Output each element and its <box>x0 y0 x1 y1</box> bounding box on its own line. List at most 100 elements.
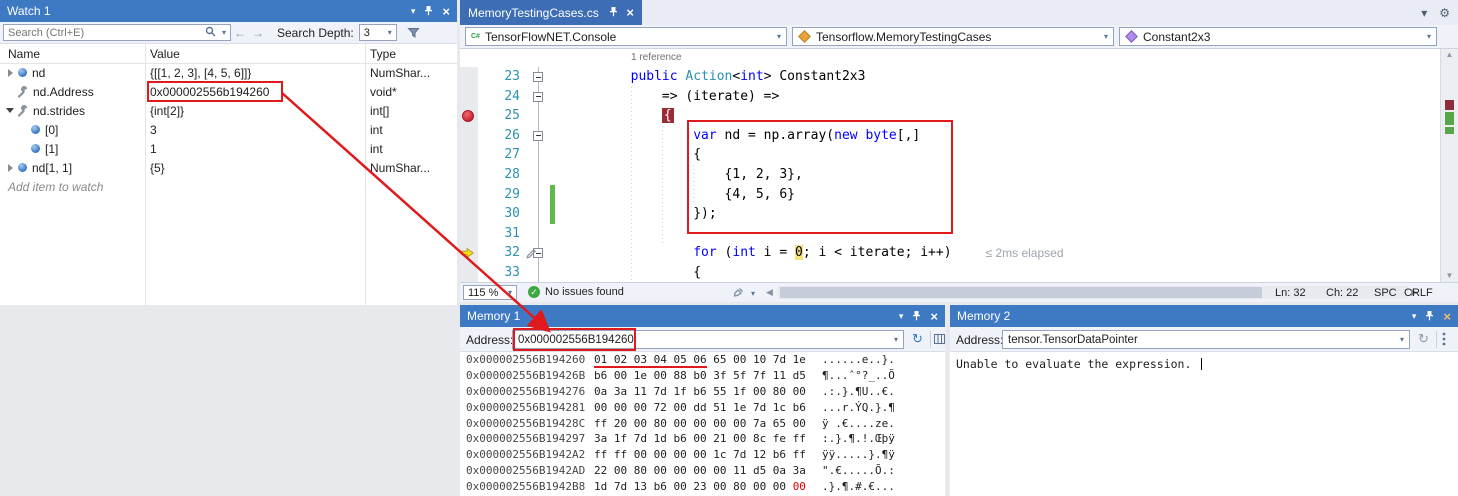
collapse-toggle-icon[interactable] <box>533 72 543 82</box>
memory1-grid[interactable]: 0x000002556B19426001 02 03 04 05 06 65 0… <box>460 352 945 496</box>
code-line[interactable]: 30 }); <box>460 204 1440 224</box>
tab-list-chevron-icon[interactable]: ▾ <box>1421 6 1427 20</box>
fold-margin[interactable] <box>528 145 550 165</box>
watch-value-cell[interactable]: 1 <box>145 142 365 156</box>
tab-pin-icon[interactable] <box>609 6 618 20</box>
watch-row[interactable]: [1]1int <box>0 139 457 158</box>
tab-memorytestingcases[interactable]: MemoryTestingCases.cs × <box>460 0 642 25</box>
code-line[interactable]: 33 { <box>460 263 1440 282</box>
code-line[interactable]: 23 public Action<int> Constant2x3 <box>460 67 1440 87</box>
breakpoint-margin[interactable] <box>460 67 478 87</box>
memory-row[interactable]: 0x000002556B19426Bb6 00 1e 00 88 b0 3f 5… <box>460 368 945 384</box>
status-line[interactable]: Ln: 32 <box>1275 287 1306 299</box>
gear-icon[interactable]: ⚙ <box>1439 6 1450 20</box>
expander-expanded-icon[interactable] <box>4 108 16 113</box>
code-line[interactable]: 27 { <box>460 145 1440 165</box>
search-prev-icon[interactable]: ← <box>234 26 246 40</box>
code-line[interactable]: 24 => (iterate) => <box>460 87 1440 107</box>
memory-row[interactable]: 0x000002556B1942973a 1f 7d 1d b6 00 21 0… <box>460 431 945 447</box>
fold-margin[interactable] <box>528 263 550 282</box>
code-text[interactable]: => (iterate) => <box>555 87 1440 107</box>
code-text[interactable]: }); <box>555 204 1440 224</box>
column-header-type[interactable]: Type <box>370 47 396 61</box>
code-line[interactable]: 31 <box>460 224 1440 244</box>
code-line[interactable]: 28 {1, 2, 3}, <box>460 165 1440 185</box>
window-position-icon[interactable]: ▾ <box>899 312 904 321</box>
refresh-icon[interactable]: ↻ <box>912 331 923 346</box>
hscroll-thumb[interactable] <box>780 287 1262 298</box>
code-line[interactable]: 29 {4, 5, 6} <box>460 185 1440 205</box>
code-line[interactable]: 25 { <box>460 106 1440 126</box>
memory-row[interactable]: 0x000002556B19426001 02 03 04 05 06 65 0… <box>460 352 945 368</box>
scroll-down-icon[interactable]: ▼ <box>1441 271 1458 281</box>
horizontal-scrollbar[interactable] <box>778 286 1408 299</box>
overflow-icon[interactable] <box>1442 332 1446 346</box>
code-line[interactable]: 26 var nd = np.array(new byte[,] <box>460 126 1440 146</box>
status-line-ending[interactable]: CRLF <box>1404 287 1433 299</box>
fold-margin[interactable] <box>528 185 550 205</box>
scroll-up-icon[interactable]: ▲ <box>1441 50 1458 60</box>
filter-icon[interactable] <box>407 27 420 39</box>
columns-icon[interactable] <box>934 334 945 344</box>
code-line[interactable]: 32 for (int i = 0; i < iterate; i++)≤ 2m… <box>460 243 1440 263</box>
breakpoint-margin[interactable] <box>460 126 478 146</box>
breakpoint-margin[interactable] <box>460 243 478 263</box>
watch-row[interactable]: nd{[[1, 2, 3], [4, 5, 6]]}NumShar... <box>0 63 457 82</box>
breakpoint-icon[interactable] <box>462 110 474 122</box>
memory1-address-input[interactable]: 0x000002556B194260 ▾ <box>512 330 904 349</box>
memory-row[interactable]: 0x000002556B1942760a 3a 11 7d 1f b6 55 1… <box>460 384 945 400</box>
code-text[interactable]: for (int i = 0; i < iterate; i++)≤ 2ms e… <box>555 243 1440 263</box>
fold-margin[interactable] <box>528 87 550 107</box>
code-text[interactable] <box>555 224 1440 244</box>
add-watch-item-row[interactable]: Add item to watch <box>0 177 457 196</box>
search-input[interactable]: Search (Ctrl+E) ▾ <box>3 24 231 41</box>
pin-icon[interactable] <box>1425 310 1434 323</box>
tab-close-icon[interactable]: × <box>626 6 634 19</box>
code-text[interactable]: { <box>555 106 1440 126</box>
memory2-titlebar[interactable]: Memory 2 ▾ × <box>950 305 1458 327</box>
search-next-icon[interactable]: → <box>252 26 264 40</box>
fold-margin[interactable] <box>528 224 550 244</box>
code-text[interactable]: { <box>555 145 1440 165</box>
code-text[interactable]: var nd = np.array(new byte[,] <box>555 126 1440 146</box>
memory-row[interactable]: 0x000002556B19428Cff 20 00 80 00 00 00 0… <box>460 416 945 432</box>
zoom-select[interactable]: 115 % ▾ <box>463 285 517 300</box>
fold-margin[interactable] <box>528 126 550 146</box>
watch-value-cell[interactable]: 3 <box>145 123 365 137</box>
memory1-titlebar[interactable]: Memory 1 ▾ × <box>460 305 945 327</box>
breakpoint-margin[interactable] <box>460 185 478 205</box>
vertical-scrollbar[interactable]: ▲ ▼ <box>1440 49 1458 282</box>
memory-row[interactable]: 0x000002556B1942A2ff ff 00 00 00 00 1c 7… <box>460 447 945 463</box>
breakpoint-margin[interactable] <box>460 224 478 244</box>
watch-row[interactable]: nd.strides{int[2]}int[] <box>0 101 457 120</box>
column-divider[interactable] <box>145 44 146 305</box>
code-text[interactable]: { <box>555 263 1440 282</box>
column-header-value[interactable]: Value <box>150 47 180 61</box>
code-text[interactable]: {4, 5, 6} <box>555 185 1440 205</box>
breakpoint-margin[interactable] <box>460 204 478 224</box>
memory2-content[interactable]: Unable to evaluate the expression. <box>950 352 1458 496</box>
code-text[interactable]: public Action<int> Constant2x3 <box>555 67 1440 87</box>
fold-margin[interactable] <box>528 106 550 126</box>
watch-value-cell[interactable]: {[[1, 2, 3], [4, 5, 6]]} <box>145 66 365 80</box>
collapse-toggle-icon[interactable] <box>533 131 543 141</box>
window-position-icon[interactable]: ▾ <box>1412 312 1417 321</box>
close-icon[interactable]: × <box>930 310 938 323</box>
member-dropdown[interactable]: Constant2x3 ▾ <box>1119 27 1437 46</box>
fold-margin[interactable] <box>528 165 550 185</box>
breakpoint-margin[interactable] <box>460 106 478 126</box>
watch-row[interactable]: [0]3int <box>0 120 457 139</box>
memory2-address-input[interactable]: tensor.TensorDataPointer ▾ <box>1002 330 1410 349</box>
code-editor[interactable]: 1 reference 23 public Action<int> Consta… <box>460 49 1440 282</box>
type-dropdown[interactable]: Tensorflow.MemoryTestingCases ▾ <box>792 27 1114 46</box>
code-cleanup-button[interactable]: ▾ <box>732 287 755 299</box>
breakpoint-margin[interactable] <box>460 145 478 165</box>
watch-value-cell[interactable]: {5} <box>145 161 365 175</box>
watch-row[interactable]: nd[1, 1]{5}NumShar... <box>0 158 457 177</box>
status-column[interactable]: Ch: 22 <box>1326 287 1358 299</box>
collapse-toggle-icon[interactable] <box>533 92 543 102</box>
codelens-references[interactable]: 1 reference <box>631 52 682 63</box>
pin-icon[interactable] <box>912 310 921 323</box>
window-position-icon[interactable]: ▾ <box>411 7 416 16</box>
refresh-icon[interactable]: ↻ <box>1418 331 1429 346</box>
